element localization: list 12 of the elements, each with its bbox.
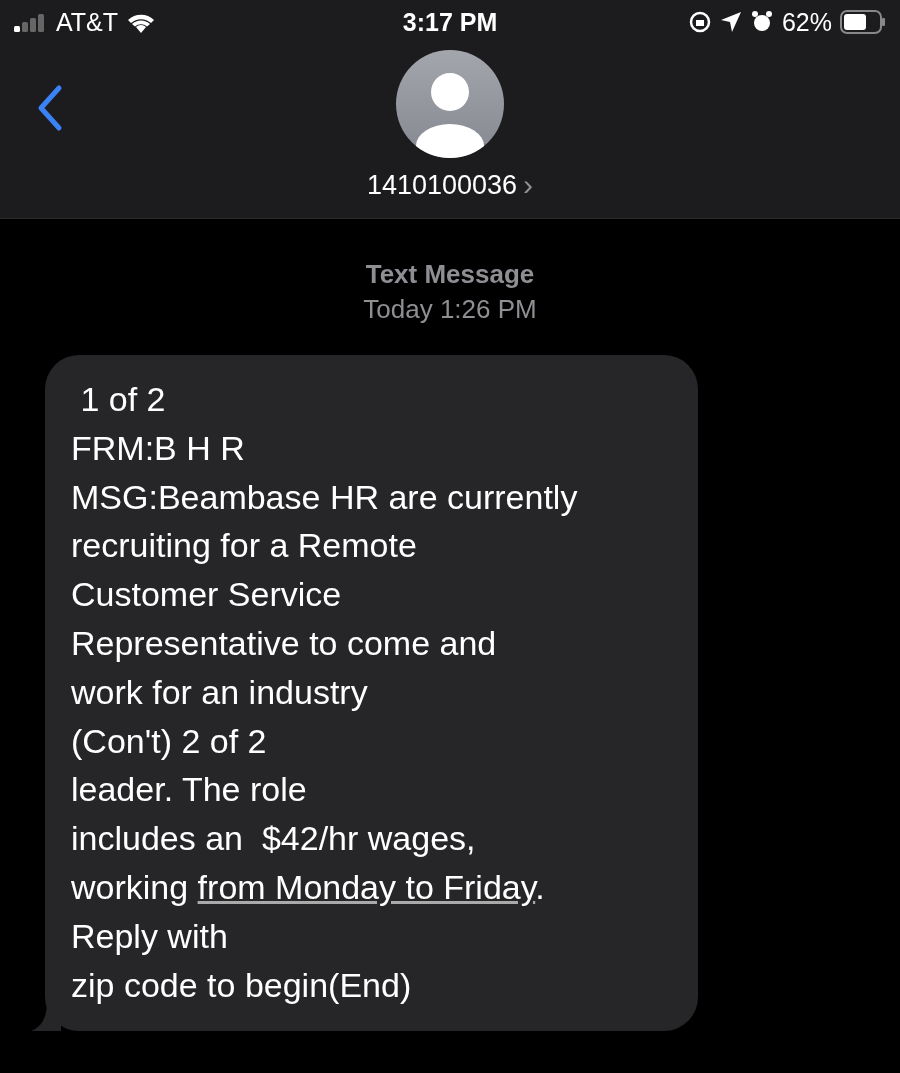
date-link[interactable]: from Monday to Friday	[197, 867, 536, 906]
battery-percent: 62%	[781, 7, 832, 37]
location-arrow-icon	[719, 11, 742, 33]
clock-time: 3:17 PM	[402, 7, 498, 37]
avatar[interactable]	[396, 50, 504, 158]
service-label: Text Message	[365, 259, 535, 290]
message-timestamp: Today 1:26 PM	[363, 294, 537, 325]
rotation-lock-icon	[687, 10, 712, 34]
battery-icon	[840, 10, 886, 34]
message-text: 1 of 2 FRM:B H R MSG:Beambase HR are currently recruiting for a Remote Customer Service Representative to come and work for an industry (Con't) 2 of 2 leader. The role includes an $42/hr wages, working from Monday to Friday. Reply with zip code to begin(End)	[71, 379, 579, 1006]
contact-name[interactable]: 1410100036 ›	[366, 168, 534, 202]
carrier-name: AT&T	[56, 7, 119, 37]
